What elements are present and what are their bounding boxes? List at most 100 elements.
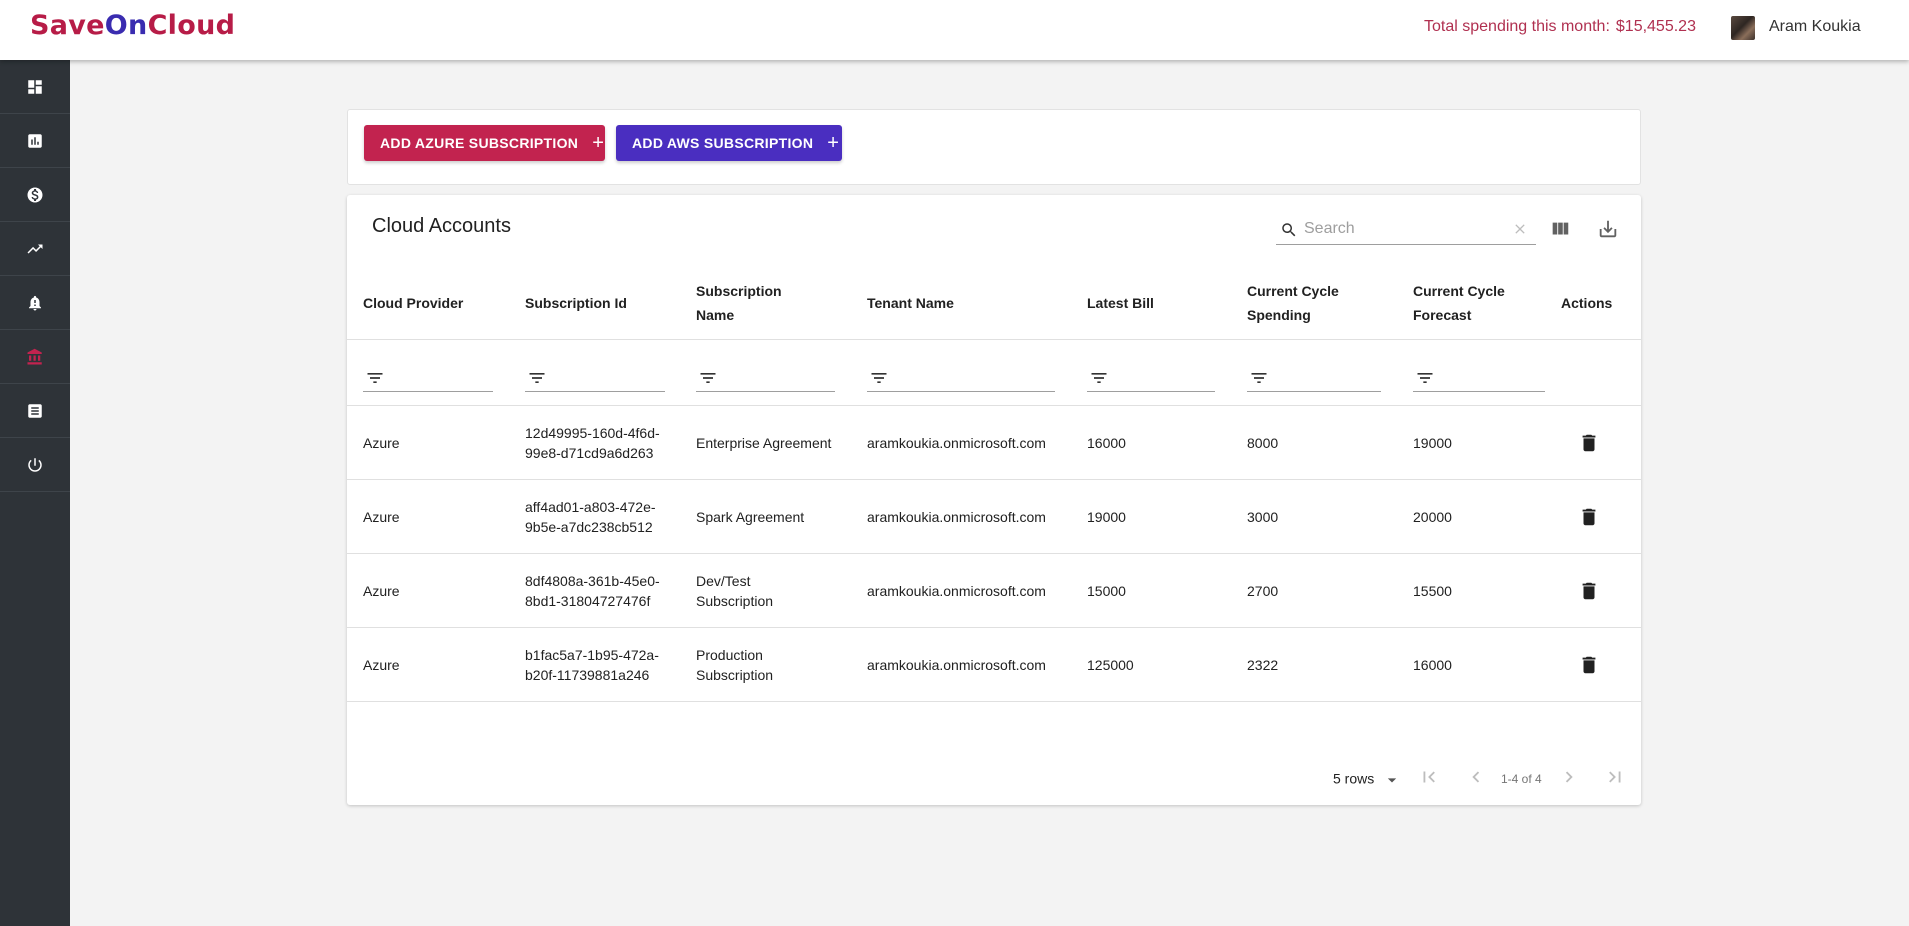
search-box	[1276, 215, 1536, 245]
export-button[interactable]	[1594, 215, 1622, 243]
logo-cloud: Cloud	[147, 10, 236, 41]
filter-tenant-name[interactable]	[867, 362, 1055, 392]
monthly-spending: Total spending this month: $15,455.23	[1424, 18, 1696, 36]
cell-spending: 3000	[1247, 509, 1279, 525]
first-page-icon	[1423, 771, 1435, 783]
spending-label: Total spending this month:	[1424, 18, 1610, 35]
cell-forecast: 15500	[1413, 583, 1452, 599]
rows-per-page-select[interactable]: 5 rows	[1333, 770, 1402, 790]
columns-button[interactable]	[1546, 215, 1574, 243]
filter-current-cycle-spending[interactable]	[1247, 362, 1381, 392]
column-header-subscription-id[interactable]: Subscription Id	[525, 275, 627, 331]
cell-subscription-id: 12d49995-160d-4f6d- 99e8-d71cd9a6d263	[525, 425, 660, 461]
cell-subscription-name: Enterprise Agreement	[696, 435, 832, 451]
cell-subscription-id: 8df4808a-361b-45e0- 8bd1-31804727476f	[525, 573, 660, 609]
trash-icon	[1582, 508, 1596, 526]
sidebar-item-trends[interactable]	[0, 222, 70, 276]
column-header-cloud-provider[interactable]: Cloud Provider	[363, 275, 463, 331]
column-header-actions: Actions	[1561, 295, 1613, 311]
filter-icon	[1251, 373, 1267, 383]
column-header-current-cycle-forecast[interactable]: Current Cycle Forecast	[1413, 275, 1505, 331]
cell-provider: Azure	[363, 657, 400, 673]
delete-button[interactable]	[1578, 654, 1600, 676]
cell-subscription-name: Production Subscription	[696, 647, 774, 683]
add-azure-subscription-button[interactable]: ADD AZURE SUBSCRIPTION +	[364, 125, 605, 161]
top-bar: SaveOnCloud Total spending this month: $1…	[0, 0, 1909, 60]
dollar-icon	[27, 187, 43, 202]
trash-icon	[1582, 434, 1596, 452]
column-header-subscription-name[interactable]: Subscription Name	[696, 275, 782, 331]
sidebar-item-dashboard[interactable]	[0, 60, 70, 114]
divider	[347, 339, 1641, 340]
logo-save: Save	[30, 10, 105, 41]
cell-latest-bill: 16000	[1087, 435, 1126, 451]
actions-card: ADD AZURE SUBSCRIPTION + ADD AWS SUBSCRIP…	[347, 109, 1641, 185]
bank-icon	[27, 348, 42, 364]
cell-forecast: 16000	[1413, 657, 1452, 673]
dropdown-arrow-icon	[1387, 778, 1397, 783]
cell-subscription-name: Dev/Test Subscription	[696, 573, 774, 609]
logo-on: On	[104, 10, 148, 41]
trash-icon	[1582, 582, 1596, 600]
sidebar-item-alerts[interactable]	[0, 276, 70, 330]
divider	[347, 701, 1641, 702]
plus-icon: +	[592, 132, 605, 154]
cell-latest-bill: 19000	[1087, 509, 1126, 525]
delete-button[interactable]	[1578, 580, 1600, 602]
delete-button[interactable]	[1578, 506, 1600, 528]
cell-latest-bill: 125000	[1087, 657, 1134, 673]
spending-amount: $15,455.23	[1615, 18, 1696, 35]
filter-icon	[1091, 373, 1107, 383]
cell-subscription-id: b1fac5a7-1b95-472a-b20f-11739881a246	[525, 647, 659, 683]
last-page-button[interactable]	[1603, 765, 1627, 789]
clear-search-icon[interactable]	[1512, 221, 1528, 237]
previous-page-button[interactable]	[1464, 765, 1488, 789]
trending-up-icon	[27, 244, 43, 253]
add-aws-label: ADD AWS SUBSCRIPTION	[632, 135, 814, 151]
filter-cloud-provider[interactable]	[363, 362, 493, 392]
chevron-right-icon	[1565, 771, 1573, 783]
next-page-button[interactable]	[1557, 765, 1581, 789]
filter-icon	[871, 373, 887, 383]
column-header-current-cycle-spending[interactable]: Current Cycle Spending	[1247, 275, 1339, 331]
filter-subscription-id[interactable]	[525, 362, 665, 392]
add-aws-subscription-button[interactable]: ADD AWS SUBSCRIPTION +	[616, 125, 842, 161]
logo[interactable]: SaveOnCloud	[30, 10, 235, 41]
filter-latest-bill[interactable]	[1087, 362, 1215, 392]
sidebar-item-logout[interactable]	[0, 438, 70, 492]
cell-subscription-name: Spark Agreement	[696, 509, 805, 525]
sidebar-item-reports[interactable]	[0, 114, 70, 168]
filter-subscription-name[interactable]	[696, 362, 835, 392]
cell-tenant: aramkoukia.onmicrosoft.com	[867, 509, 1046, 525]
column-header-tenant-name[interactable]: Tenant Name	[867, 275, 954, 331]
add-azure-label: ADD AZURE SUBSCRIPTION	[380, 135, 579, 151]
alert-bell-icon	[29, 295, 41, 310]
filter-icon	[700, 373, 716, 383]
table-title: Cloud Accounts	[372, 215, 511, 237]
sidebar-item-billing[interactable]	[0, 168, 70, 222]
cell-spending: 2700	[1247, 583, 1279, 599]
sidebar-item-logs[interactable]	[0, 384, 70, 438]
filter-icon	[529, 373, 545, 383]
sidebar-item-accounts[interactable]	[0, 330, 70, 384]
last-page-icon	[1609, 771, 1621, 783]
search-icon	[1282, 223, 1296, 237]
download-icon	[1599, 220, 1617, 238]
column-header-latest-bill[interactable]: Latest Bill	[1087, 275, 1154, 331]
filter-current-cycle-forecast[interactable]	[1413, 362, 1545, 392]
cell-latest-bill: 15000	[1087, 583, 1126, 599]
search-input[interactable]	[1304, 217, 1494, 241]
report-icon	[28, 133, 42, 148]
cell-tenant: aramkoukia.onmicrosoft.com	[867, 657, 1046, 673]
cell-subscription-id: aff4ad01-a803-472e- 9b5e-a7dc238cb512	[525, 499, 656, 535]
filter-icon	[367, 373, 383, 383]
rows-per-page-value: 5 rows	[1333, 770, 1375, 787]
first-page-button[interactable]	[1417, 765, 1441, 789]
cell-provider: Azure	[363, 583, 400, 599]
dashboard-icon	[28, 79, 42, 94]
sidebar	[0, 60, 70, 926]
user-name[interactable]: Aram Koukia	[1769, 18, 1861, 36]
avatar[interactable]	[1731, 16, 1755, 40]
delete-button[interactable]	[1578, 432, 1600, 454]
cell-provider: Azure	[363, 509, 400, 525]
